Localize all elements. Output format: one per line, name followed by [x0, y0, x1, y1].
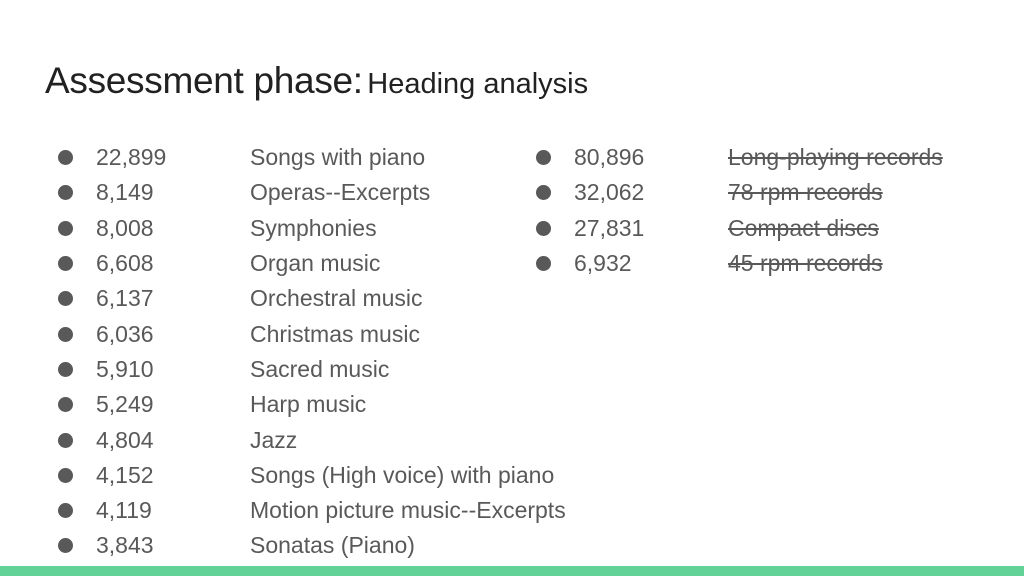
- heading-label: Sonatas (Piano): [250, 532, 415, 559]
- heading-label: Songs (High voice) with piano: [250, 461, 555, 488]
- heading-count: 6,932: [574, 250, 632, 277]
- heading-label: Motion picture music--Excerpts: [250, 497, 566, 524]
- heading-count: 6,137: [96, 285, 154, 312]
- list-item: 4,152 Songs (High voice) with piano: [58, 458, 566, 493]
- heading-count: 8,149: [96, 179, 154, 206]
- list-item: 6,932 45 rpm records: [536, 246, 943, 281]
- list-item: 3,843 Sonatas (Piano): [58, 528, 566, 563]
- bullet-icon: [58, 291, 73, 307]
- list-item: 6,608 Organ music: [58, 246, 566, 281]
- list-item: 8,008 Symphonies: [58, 211, 566, 246]
- bullet-icon: [58, 326, 73, 342]
- bullet-icon: [536, 185, 551, 201]
- bullet-icon: [536, 150, 551, 166]
- heading-label-struck: 45 rpm records: [728, 250, 883, 277]
- bullet-icon: [58, 538, 73, 554]
- heading-count: 5,910: [96, 355, 154, 382]
- heading-label: Organ music: [250, 250, 381, 277]
- heading-label-struck: 78 rpm records: [728, 179, 883, 206]
- heading-label: Songs with piano: [250, 144, 426, 171]
- list-item: 8,149 Operas--Excerpts: [58, 175, 566, 210]
- heading-list-right: 80,896 Long-playing records 32,062 78 rpm …: [536, 140, 943, 281]
- bullet-icon: [58, 220, 73, 236]
- bullet-icon: [536, 220, 551, 236]
- heading-count: 4,152: [96, 461, 154, 488]
- bullet-icon: [58, 432, 73, 448]
- heading-label: Symphonies: [250, 214, 377, 241]
- heading-count: 6,036: [96, 320, 154, 347]
- heading-count: 3,843: [96, 532, 154, 559]
- bullet-icon: [58, 185, 73, 201]
- heading-label-struck: Long-playing records: [728, 144, 943, 171]
- heading-count: 6,608: [96, 250, 154, 277]
- heading-label: Harp music: [250, 391, 367, 418]
- title-sub: Heading analysis: [367, 68, 589, 100]
- heading-count: 5,249: [96, 391, 154, 418]
- bullet-icon: [58, 397, 73, 413]
- heading-count: 4,804: [96, 426, 154, 453]
- heading-list-left: 22,899 Songs with piano 8,149 Operas--Exce…: [58, 140, 566, 564]
- list-item: 6,137 Orchestral music: [58, 281, 566, 316]
- bullet-icon: [58, 256, 73, 272]
- heading-label: Sacred music: [250, 355, 390, 382]
- heading-label-struck: Compact discs: [728, 214, 879, 241]
- heading-label: Jazz: [250, 426, 298, 453]
- title-main: Assessment phase:: [45, 60, 363, 101]
- heading-label: Christmas music: [250, 320, 420, 347]
- heading-count: 32,062: [574, 179, 645, 206]
- heading-count: 80,896: [574, 144, 645, 171]
- list-item: 5,249 Harp music: [58, 387, 566, 422]
- bullet-icon: [58, 361, 73, 377]
- list-item: 6,036 Christmas music: [58, 316, 566, 351]
- list-item: 5,910 Sacred music: [58, 352, 566, 387]
- bullet-icon: [58, 503, 73, 519]
- heading-count: 8,008: [96, 214, 154, 241]
- list-item: 4,804 Jazz: [58, 422, 566, 457]
- bullet-icon: [536, 256, 551, 272]
- slide-title: Assessment phase: Heading analysis: [45, 60, 588, 102]
- bullet-icon: [58, 150, 73, 166]
- list-item: 22,899 Songs with piano: [58, 140, 566, 175]
- bullet-icon: [58, 467, 73, 483]
- footer-accent-bar: [0, 566, 1024, 576]
- list-item: 4,119 Motion picture music--Excerpts: [58, 493, 566, 528]
- heading-count: 4,119: [96, 497, 152, 524]
- heading-count: 27,831: [574, 214, 645, 241]
- heading-label: Operas--Excerpts: [250, 179, 431, 206]
- list-item: 32,062 78 rpm records: [536, 175, 943, 210]
- list-item: 80,896 Long-playing records: [536, 140, 943, 175]
- heading-label: Orchestral music: [250, 285, 423, 312]
- list-item: 27,831 Compact discs: [536, 211, 943, 246]
- heading-count: 22,899: [96, 144, 167, 171]
